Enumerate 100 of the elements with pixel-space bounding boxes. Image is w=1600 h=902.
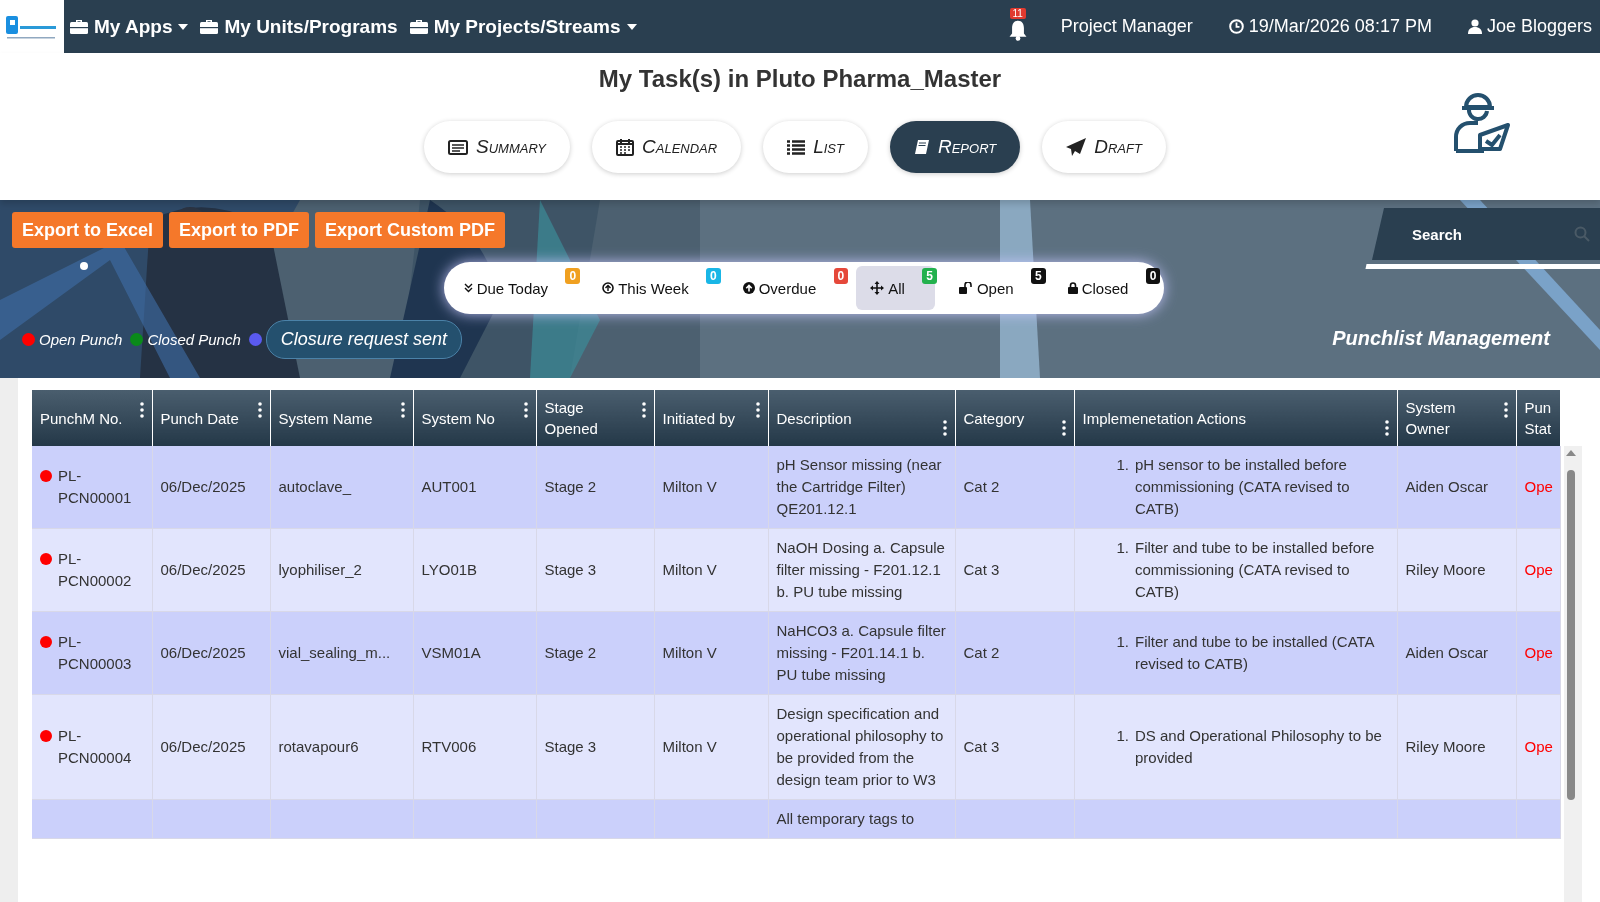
table-cell: Ope [1524,561,1553,578]
table-cell: RTV006 [421,738,477,755]
column-header[interactable]: System Owner [1397,390,1516,446]
table-cell: AUT001 [421,478,477,495]
table-cell: 06/Dec/2025 [160,644,246,661]
paper-plane-icon [1066,138,1087,156]
scrollbar[interactable] [1564,446,1582,902]
filter-tab[interactable]: Due Today 0 [449,266,579,310]
user-icon [1467,19,1482,34]
table-cell-text: 1. pH sensor to be installed before commissioning (CATA revised to CATB) [1115,455,1351,519]
filter-tab[interactable]: Overdue 0 [728,266,847,310]
filter-tab[interactable]: This Week 0 [588,266,719,310]
kebab-menu-icon[interactable] [942,420,947,436]
calendar-icon [616,138,635,156]
kebab-menu-icon[interactable] [1061,420,1066,436]
book-icon [913,138,930,156]
up-arrow-circle-icon [742,282,755,294]
legend-label: Closed Punch [147,331,241,348]
count-badge: 0 [565,268,581,284]
table-cell: 06/Dec/2025 [160,561,246,578]
up-arrow-circle-icon [602,282,615,294]
list-icon [787,139,806,155]
kebab-menu-icon[interactable] [641,402,646,418]
view-tab[interactable]: Report [889,121,1021,173]
table-cell: 06/Dec/2025 [160,738,246,755]
table-cell: 06/Dec/2025 [160,478,246,495]
table-cell: Aiden Oscar [1405,644,1489,661]
table-cell-text: PL-PCN00001 [58,466,133,508]
filter-tab[interactable]: All 5 [856,266,935,310]
table-cell: VSM01A [421,644,481,661]
view-tab[interactable]: Summary [424,121,571,173]
count-badge: 0 [833,268,849,284]
table-cell: NaOH Dosing a. Capsule filter missing - F201.12.1 b. PU tube missing [776,539,945,600]
kebab-menu-icon[interactable] [1384,420,1389,436]
closure-request-label: Closure request sent [265,320,462,359]
nav-menu[interactable]: My Projects/Streams [409,15,637,38]
double-chevron-icon [463,283,473,293]
kebab-menu-icon[interactable] [139,402,144,418]
column-header[interactable]: Implemenetation Actions [1074,390,1397,446]
column-header[interactable]: Pun Stat [1516,390,1560,446]
filter-tab[interactable]: Closed 0 [1053,266,1159,310]
padlock-icon [1067,282,1078,294]
count-badge: 0 [706,268,721,284]
count-badge: 5 [1030,268,1046,284]
table-cell: Ope [1524,738,1553,755]
card-icon [448,139,469,155]
table-cell: Milton V [662,561,717,578]
table-cell: Cat 3 [963,738,1000,755]
column-header[interactable]: Initiated by [654,390,768,446]
view-tab[interactable]: Draft [1042,121,1166,173]
table-cell: All temporary tags to [776,810,915,827]
table-cell: autoclave_ [278,478,352,495]
briefcase-icon [200,19,219,34]
view-tab[interactable]: Calendar [592,121,742,173]
view-tab[interactable]: List [763,121,868,173]
column-header[interactable]: Description [768,390,955,446]
table-cell: rotavapour6 [278,738,359,755]
column-header[interactable]: Category [955,390,1074,446]
table-cell: Cat 2 [963,478,1000,495]
table-cell: Milton V [662,478,717,495]
role-label: Project Manager [1060,16,1193,37]
table-cell-text: PL-PCN00002 [58,549,133,591]
scroll-up-icon[interactable] [1566,450,1576,456]
search-icon [1574,226,1590,242]
user-name[interactable]: Joe Bloggers [1486,16,1592,37]
nav-menu[interactable]: My Units/Programs [200,15,398,38]
table-cell: Cat 3 [963,561,1000,578]
column-header[interactable]: Punch Date [152,390,270,446]
kebab-menu-icon[interactable] [257,402,262,418]
filter-tab[interactable]: Open 5 [944,266,1044,310]
table-cell: LYO01B [421,561,478,578]
column-header[interactable]: PunchM No. [32,390,152,446]
table-cell-text: 1. Filter and tube to be installed (CATA revised to CATB) [1115,632,1376,674]
kebab-menu-icon[interactable] [523,402,528,418]
table-cell: Stage 3 [544,738,597,755]
banner-caption: Punchlist Management [1332,327,1550,350]
column-header[interactable]: System No [413,390,536,446]
legend-label: Open Punch [39,331,123,348]
table-cell: pH Sensor missing (near the Cartridge Filter) QE201.12.1 [776,456,942,517]
column-header[interactable]: System Name [270,390,413,446]
table-cell-text: 1. DS and Operational Philosophy to be provided [1115,726,1383,768]
page-title: My Task(s) in Pluto Pharma_Master [598,64,1002,93]
nav-menu[interactable]: My Apps [70,15,189,38]
table-cell: Riley Moore [1405,738,1486,755]
unlocked-padlock-icon [958,282,973,294]
table-cell: Milton V [662,644,717,661]
kebab-menu-icon[interactable] [1503,402,1508,418]
table-cell: Stage 2 [544,478,597,495]
count-badge: 0 [1145,268,1161,284]
move-icon [870,281,885,295]
briefcase-icon [70,19,88,34]
kebab-menu-icon[interactable] [755,402,760,418]
table-cell: Riley Moore [1405,561,1486,578]
table-cell: NaHCO3 a. Capsule filter missing - F201.14.1 b. PU tube missing [776,622,946,683]
column-header[interactable]: Stage Opened [536,390,654,446]
table-cell-text: PL-PCN00003 [58,632,133,674]
table-cell-text: 1. Filter and tube to be installed before commissioning (CATA revised to CATB) [1115,538,1376,602]
table-cell: Design specification and operational philosophy to be provided from the design team prior to W3 [776,705,944,788]
kebab-menu-icon[interactable] [400,402,405,418]
search-field[interactable]: Search [1372,208,1600,260]
